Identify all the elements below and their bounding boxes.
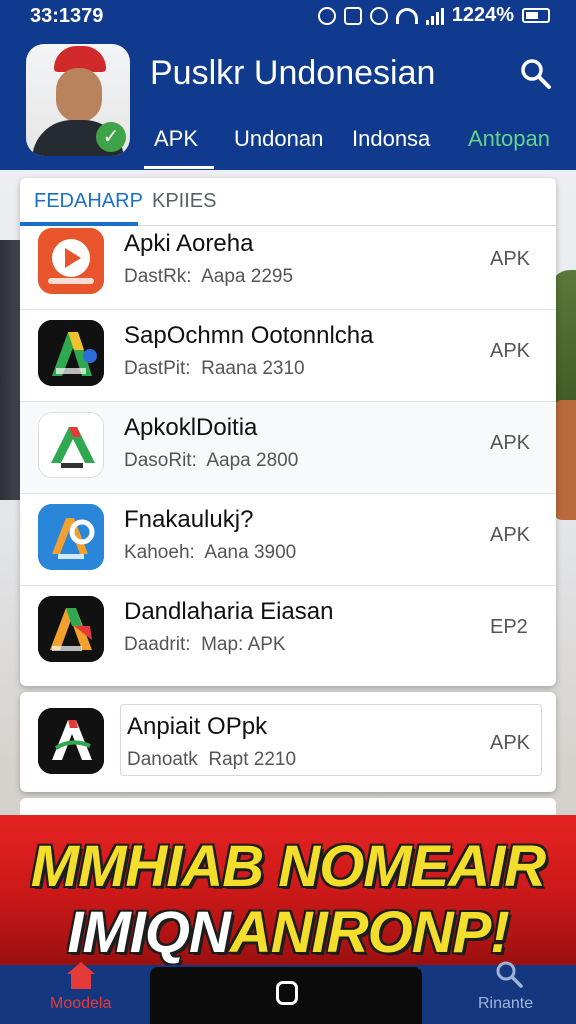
app-name: Apki Aoreha [124,230,254,257]
letter-a-app-icon [38,708,104,774]
tab-indonsa[interactable]: Indonsa [352,126,430,152]
search-icon [496,961,523,988]
tab-apk[interactable]: APK [154,126,198,152]
promo-subheadline: IMIQNANIRONP! [67,900,509,965]
alarm-icon [317,6,336,25]
app-tag: APK [490,432,531,454]
app-name: ApkoklDoitia [124,414,258,441]
status-time: 33:1379 [30,5,104,27]
status-icons: 1224% [317,4,550,27]
letter-a-app-icon [38,596,104,662]
app-meta: Danoatk Rapt 2210 [127,749,297,770]
list-item[interactable]: Apki Aoreha DastRk: Aapa 2295 APK [20,218,556,310]
status-bar: 33:1379 1224% [0,0,576,34]
letter-a-app-icon [38,320,104,386]
signal-icon [425,7,444,25]
search-button[interactable] [518,56,552,90]
header-tabs: APK Undonan Indonsa Antopan [138,118,576,170]
list-item-extra-details: Anpiait OPpk Danoatk Rapt 2210 [120,704,542,776]
app-tag: APK [490,340,531,362]
app-list-card: FEDAHARP KPIIES Apki Aoreha DastRk: Aapa… [20,178,556,686]
tab-antopan[interactable]: Antopan [468,126,550,152]
app-meta: DastPit: Raana 2310 [124,358,305,379]
app-title: Puslkr Undonesian [150,54,436,92]
promo-banner[interactable]: MMHIAB NOMEAIR IMIQNANIRONP! [0,815,576,965]
app-name: SapOchmn Ootonnlcha [124,322,374,349]
app-header: 33:1379 1224% ✓ Puslkr Undonesian APK Un… [0,0,576,170]
nav-home-label: Moodela [50,995,112,1012]
avatar-face [56,68,102,122]
list-item[interactable]: Dandlaharia Eiasan Daadrit: Map: APK EP2 [20,586,556,678]
letter-b-app-icon [38,504,104,570]
app-tag: APK [490,732,531,754]
letter-a-app-icon [38,412,104,478]
leaf-badge-icon: ✓ [96,122,126,152]
nav-search[interactable]: Rinante [470,961,560,1024]
tab-undonan[interactable]: Undonan [234,126,323,152]
list-tab-copies[interactable]: KPIIES [152,190,216,213]
active-tab-indicator [144,166,214,169]
wifi-icon [395,7,418,24]
background-pot [554,400,576,520]
search-icon [521,59,551,89]
list-item[interactable]: Fnakaulukj? Kahoeh: Aana 3900 APK [20,494,556,586]
app-meta: Kahoeh: Aana 3900 [124,542,297,563]
app-name: Dandlaharia Eiasan [124,598,334,625]
clock-icon [369,6,388,25]
app-tag: EP2 [490,616,528,638]
avatar[interactable]: ✓ [26,44,130,156]
list-tab-featured[interactable]: FEDAHARP [34,190,143,213]
battery-percent: 1224% [451,4,514,26]
nav-home[interactable]: Moodela [38,962,128,1024]
play-app-icon [38,228,104,294]
nav-search-label: Rinante [478,995,534,1012]
app-meta: DasoRit: Aapa 2800 [124,450,299,471]
app-name: Fnakaulukj? [124,506,254,533]
promo-headline: MMHIAB NOMEAIR [30,834,546,899]
list-item[interactable]: SapOchmn Ootonnlcha DastPit: Raana 2310 … [20,310,556,402]
app-meta: DastRk: Aapa 2295 [124,266,294,287]
system-home-bar [150,967,422,1024]
notification-icon [343,6,362,25]
app-name: Anpiait OPpk [127,713,268,740]
app-tag: APK [490,248,531,270]
home-button-icon[interactable] [276,981,298,1005]
battery-icon [522,8,550,23]
app-tag: APK [490,524,531,546]
home-icon [67,962,95,989]
list-item-extra[interactable]: Anpiait OPpk Danoatk Rapt 2210 APK [20,692,556,792]
app-meta: Daadrit: Map: APK [124,634,286,655]
list-item[interactable]: ApkoklDoitia DasoRit: Aapa 2800 APK [20,402,556,494]
